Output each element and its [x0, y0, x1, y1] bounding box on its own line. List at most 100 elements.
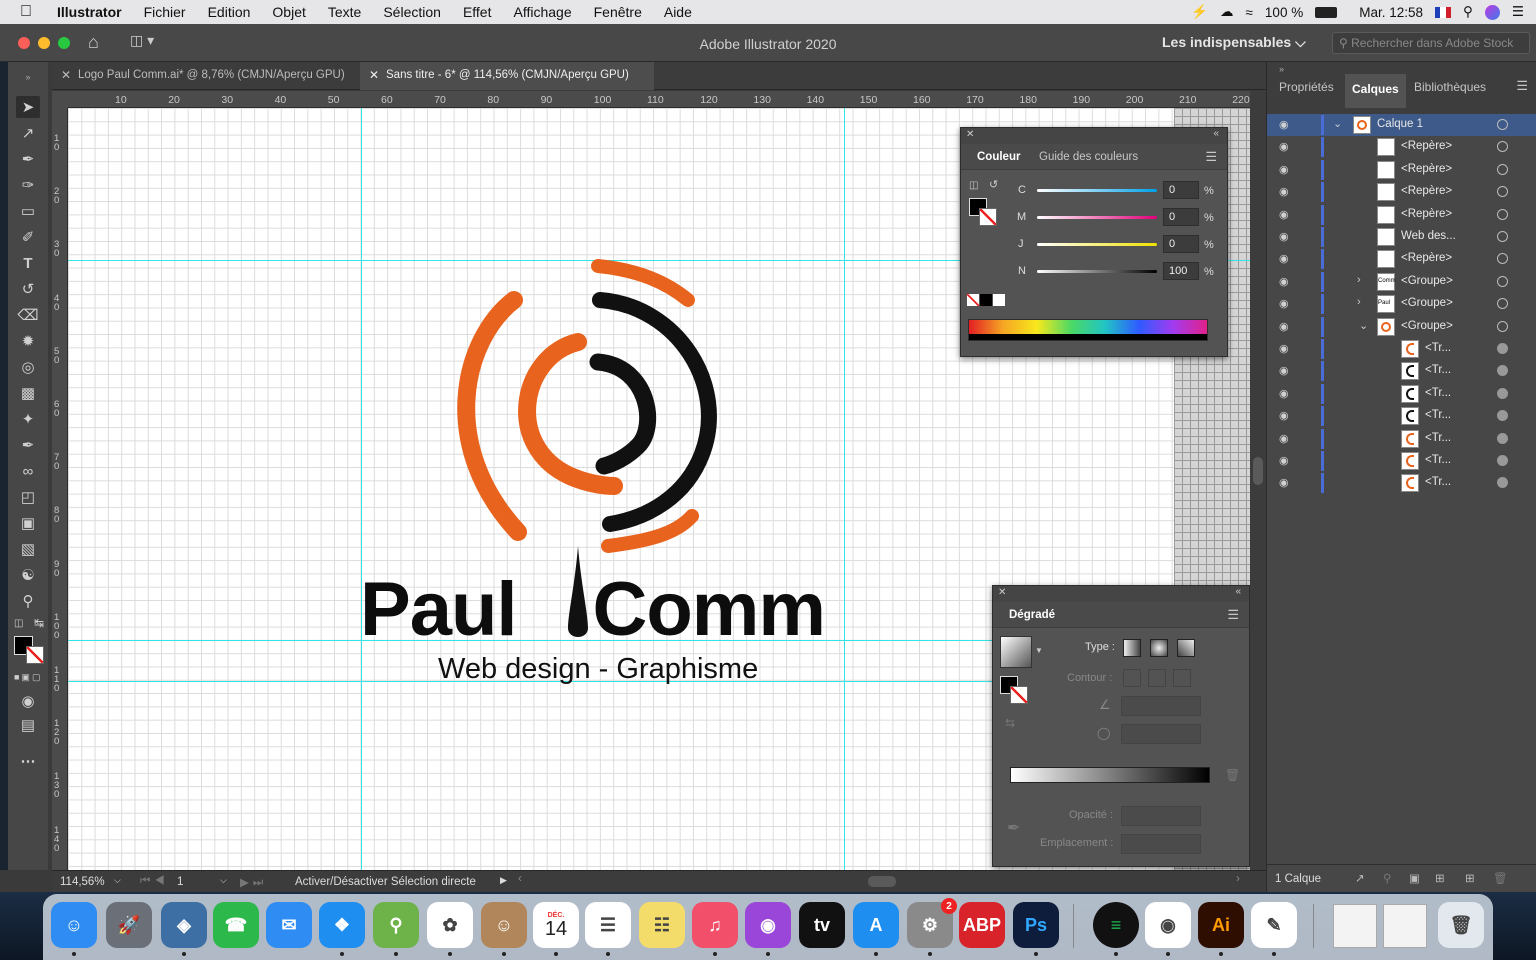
stroke-gradient-across-icon[interactable] — [1173, 669, 1191, 687]
chevron-right-icon[interactable]: › — [1357, 274, 1361, 286]
dock-tv-icon[interactable]: tv — [799, 902, 845, 948]
channel-c-slider[interactable] — [1037, 189, 1157, 192]
dock-textedit-icon[interactable]: ✎ — [1251, 902, 1297, 948]
channel-m-input[interactable]: 0 — [1163, 208, 1199, 226]
tab-degrade[interactable]: Dégradé — [1009, 609, 1055, 621]
stroke-color-swatch[interactable] — [26, 646, 44, 664]
artboard-number[interactable]: 1 — [177, 876, 183, 888]
artboard-prev-icons[interactable]: ⏮◀ — [140, 875, 169, 888]
layer-row[interactable]: ◉ <Repère> — [1267, 181, 1536, 203]
guide-vertical[interactable] — [361, 108, 362, 870]
tab-bibliotheques[interactable]: Bibliothèques — [1414, 80, 1486, 94]
dock-music-icon[interactable]: ♫ — [692, 902, 738, 948]
lasso-tool-icon[interactable]: ✹ — [16, 330, 40, 352]
visibility-eye-icon[interactable]: ◉ — [1279, 476, 1289, 489]
notification-center-icon[interactable]: ☰ — [1512, 4, 1524, 20]
artboard-dropdown-icon[interactable]: ⌵ — [220, 875, 227, 886]
black-swatch[interactable] — [980, 294, 992, 306]
collapse-tools-icon[interactable]: » — [16, 66, 40, 88]
clipping-mask-icon[interactable]: ▣ — [1409, 871, 1420, 885]
rectangle-tool-icon[interactable]: ▭ — [16, 200, 40, 222]
layer-row[interactable]: ◉ ⌄ Calque 1 — [1267, 114, 1536, 136]
white-swatch[interactable] — [993, 294, 1005, 306]
dock-podcasts-icon[interactable]: ◉ — [745, 902, 791, 948]
vertical-ruler[interactable]: 10 20 30 40 50 60 70 80 90 100 110 120 130 140 — [52, 108, 68, 870]
tab-guide-couleurs[interactable]: Guide des couleurs — [1039, 151, 1138, 163]
close-tab-icon[interactable]: ✕ — [369, 68, 379, 82]
radial-gradient-icon[interactable] — [1150, 639, 1168, 657]
visibility-eye-icon[interactable]: ◉ — [1279, 140, 1289, 153]
tab-proprietes[interactable]: Propriétés — [1279, 80, 1334, 94]
selection-tool-icon[interactable]: ➤ — [16, 96, 40, 118]
freeform-gradient-icon[interactable] — [1177, 639, 1195, 657]
battery-icon[interactable] — [1315, 6, 1338, 18]
panel-collapse-icon[interactable]: « — [1235, 586, 1241, 597]
visibility-eye-icon[interactable]: ◉ — [1279, 163, 1289, 176]
chevron-right-icon[interactable]: › — [1357, 296, 1361, 308]
layer-row[interactable]: ◉ <Tr... — [1267, 338, 1536, 360]
target-circle-icon[interactable] — [1497, 410, 1508, 422]
layer-row[interactable]: ◉ <Tr... — [1267, 428, 1536, 450]
dock-system-preferences-icon[interactable]: ⚙ 2 — [907, 898, 957, 948]
stroke-swatch[interactable] — [979, 208, 997, 226]
spiral-tool-icon[interactable]: ◎ — [16, 356, 40, 378]
layer-row[interactable]: ◉ <Tr... — [1267, 472, 1536, 494]
dock-chrome-icon[interactable]: ◉ — [1145, 902, 1191, 948]
layer-row[interactable]: ◉ <Repère> — [1267, 136, 1536, 158]
channel-c-input[interactable]: 0 — [1163, 181, 1199, 199]
visibility-eye-icon[interactable]: ◉ — [1279, 208, 1289, 221]
channel-n-input[interactable]: 100 — [1163, 262, 1199, 280]
aspect-ratio-input[interactable] — [1121, 724, 1201, 744]
eyedropper-icon[interactable]: ✒ — [1007, 818, 1020, 838]
dock-calendar-icon[interactable]: DÉC. 14 — [533, 902, 579, 948]
default-colors-icon[interactable]: ◫ — [969, 180, 978, 191]
collapse-dock-icon[interactable]: » — [1279, 64, 1284, 74]
dock-trash-icon[interactable]: 🗑 — [1438, 902, 1484, 948]
target-circle-icon[interactable] — [1497, 432, 1508, 444]
menu-edition[interactable]: Edition — [197, 4, 262, 20]
visibility-eye-icon[interactable]: ◉ — [1279, 432, 1289, 445]
direct-selection-tool-icon[interactable]: ↗ — [16, 122, 40, 144]
color-mode-icons[interactable]: ■▣▢ — [14, 672, 42, 683]
target-circle-icon[interactable] — [1497, 477, 1508, 489]
opacity-input[interactable] — [1121, 806, 1201, 826]
canvas-vertical-scrollbar[interactable] — [1250, 91, 1266, 870]
chevron-down-icon[interactable]: ⌄ — [1359, 319, 1368, 332]
dock-contacts-icon[interactable]: ☺ — [481, 902, 527, 948]
gradient-tool-icon[interactable]: ▩ — [16, 382, 40, 404]
type-tool-icon[interactable]: T — [16, 252, 40, 274]
panel-menu-icon[interactable]: ☰ — [1516, 78, 1528, 94]
eyedropper-tool-icon[interactable]: ✒ — [16, 434, 40, 456]
layer-row[interactable]: ◉ <Tr... — [1267, 405, 1536, 427]
target-circle-icon[interactable] — [1497, 186, 1508, 198]
reverse-gradient-icon[interactable]: ⇆ — [1005, 716, 1015, 730]
dock-document-stack-icon[interactable] — [1383, 904, 1427, 948]
creative-cloud-icon[interactable]: ☁ — [1220, 4, 1234, 20]
layer-row[interactable]: ◉ <Repère> — [1267, 204, 1536, 226]
battery-percent[interactable]: 100 % — [1265, 5, 1303, 20]
panel-close-icon[interactable]: ✕ — [998, 587, 1006, 598]
perspective-grid-icon[interactable]: ☯ — [16, 564, 40, 586]
menu-affichage[interactable]: Affichage — [502, 4, 582, 20]
more-tools-icon[interactable]: ⋯ — [16, 750, 40, 772]
menu-selection[interactable]: Sélection — [372, 4, 452, 20]
menu-objet[interactable]: Objet — [261, 4, 316, 20]
zoom-tool-icon[interactable]: ⚲ — [16, 590, 40, 612]
dock-illustrator-icon[interactable]: Ai — [1198, 902, 1244, 948]
tab-sans-titre[interactable]: ✕ Sans titre - 6* @ 114,56% (CMJN/Aperçu… — [360, 62, 654, 90]
siri-icon[interactable] — [1484, 4, 1500, 20]
ruler-corner[interactable] — [52, 91, 68, 108]
swap-colors-icon[interactable]: ↹ — [34, 616, 44, 630]
panel-collapse-icon[interactable]: « — [1213, 128, 1219, 139]
dock-maps-icon[interactable]: ⚲ — [373, 902, 419, 948]
default-colors-icon[interactable]: ◫ — [14, 618, 23, 629]
visibility-eye-icon[interactable]: ◉ — [1279, 230, 1289, 243]
none-swatch[interactable] — [967, 294, 979, 306]
visibility-eye-icon[interactable]: ◉ — [1279, 252, 1289, 265]
target-circle-icon[interactable] — [1497, 343, 1508, 354]
target-circle-icon[interactable] — [1497, 298, 1508, 310]
target-circle-icon[interactable] — [1497, 208, 1508, 220]
dock-messages-icon[interactable]: ✉ — [266, 902, 312, 948]
visibility-eye-icon[interactable]: ◉ — [1279, 297, 1289, 310]
menu-aide[interactable]: Aide — [653, 4, 703, 20]
